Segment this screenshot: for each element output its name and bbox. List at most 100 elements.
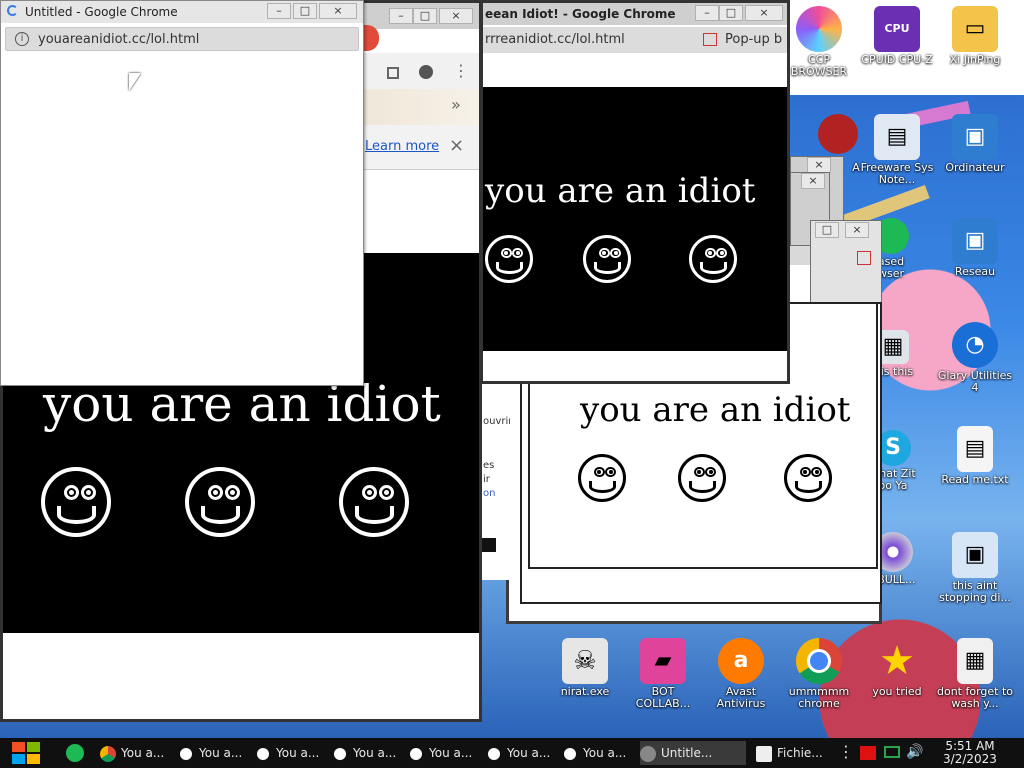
menu-kebab-icon[interactable]: ⋮ (453, 61, 469, 80)
maximize-button[interactable]: □ (293, 3, 317, 19)
profile-avatar-icon[interactable] (419, 65, 433, 79)
taskbar-task-label: You a... (583, 746, 627, 760)
bookmarks-bar: » (359, 89, 479, 125)
smiley-icon (562, 745, 578, 762)
windows-logo-icon (27, 742, 40, 752)
info-icon[interactable]: i (15, 32, 29, 46)
start-button[interactable] (10, 741, 42, 765)
window-title: eean Idiot! - Google Chrome (485, 7, 676, 21)
taskbar-task-button[interactable]: Fichie... (756, 741, 840, 765)
taskbar-task-button[interactable]: You a... (255, 741, 329, 765)
network-icon: ▣ (952, 218, 998, 264)
desktop-icon-nirat[interactable]: ☠ nirat.exe (546, 638, 624, 698)
url-bar[interactable]: i youareanidiot.cc/lol.html (5, 27, 359, 51)
chrome-icon (100, 745, 116, 762)
infobar-close-icon[interactable]: × (449, 135, 464, 156)
smiley-eye (80, 485, 97, 501)
desktop-icon-ordinateur[interactable]: ▣ Ordinateur (936, 114, 1014, 174)
installer-icon: ▣ (952, 532, 998, 578)
close-button[interactable]: × (319, 3, 357, 19)
tray-overflow-icon[interactable]: ⋮ (838, 742, 854, 761)
desktop-icon-avast[interactable]: a Avast Antivirus (702, 638, 780, 710)
smiley-eye (693, 466, 705, 478)
minimize-button[interactable]: – (389, 8, 413, 24)
taskbar-task-button[interactable]: You a... (486, 741, 560, 765)
bookmarks-overflow-chevron[interactable]: » (451, 95, 461, 114)
smiley-eye (593, 466, 605, 478)
maximize-icon: □ (419, 9, 431, 22)
volume-tray-icon[interactable]: 🔊 (906, 744, 923, 760)
desktop-icon-cpu-z[interactable]: CPU CPUID CPU-Z (858, 6, 936, 66)
smiley-mouth (200, 506, 241, 525)
desktop-icon-bot-collab[interactable]: ▰ BOT COLLAB... (624, 638, 702, 710)
desktop-icon-label: dont forget to wash y... (936, 685, 1014, 710)
desktop-icon-chrome[interactable]: ummmmm chrome (780, 638, 858, 710)
desktop-icon-dont-forget[interactable]: ▦ dont forget to wash y... (936, 638, 1014, 710)
smiley-mouth (496, 262, 524, 275)
smiley-face-icon (41, 467, 111, 537)
sidebar-toggle-icon[interactable] (387, 67, 399, 79)
taskbar: You a... You a... You a... You a... You a...… (0, 738, 1024, 768)
maximize-button[interactable]: □ (815, 222, 839, 238)
popup-blocked-label[interactable]: Pop-up b (725, 32, 782, 47)
minimize-button[interactable]: – (695, 5, 719, 21)
desktop-icon-you-tried[interactable]: ★ you tried (858, 638, 936, 698)
close-icon: × (451, 9, 461, 22)
smiley-face-icon (185, 467, 255, 537)
title-bar[interactable]: eean Idiot! - Google Chrome – □ × (483, 3, 787, 25)
close-button[interactable]: × (845, 222, 869, 238)
close-button[interactable]: × (745, 5, 783, 21)
spotify-taskbar-icon[interactable] (66, 744, 84, 762)
maximize-button[interactable]: □ (413, 8, 437, 24)
desktop-icon-shortcut[interactable] (818, 114, 858, 156)
taskbar-task-button[interactable]: Untitle... (640, 741, 746, 765)
desktop-icon-freeware[interactable]: ▤ Freeware Sys Note... (858, 114, 936, 186)
star-icon: ★ (879, 638, 915, 684)
text-file-icon: ▤ (957, 426, 993, 472)
url-bar[interactable]: rrreanidiot.cc/lol.html Pop-up b (483, 27, 787, 53)
smiley-eye (207, 485, 224, 501)
learn-more-link[interactable]: Learn more (365, 139, 439, 154)
page-content-blank (1, 53, 363, 385)
popup-window-fragment[interactable]: □ × (810, 220, 882, 310)
smiley-eye (799, 466, 811, 478)
clock[interactable]: 5:51 AM 3/2/2023 (934, 740, 1006, 766)
desktop-icon-xi-jinping[interactable]: ▭ Xi JinPing (936, 6, 1014, 66)
popup-window-top-right[interactable]: eean Idiot! - Google Chrome – □ × rrrean… (480, 0, 790, 384)
taskbar-task-button[interactable]: You a... (100, 741, 174, 765)
popup-blocked-icon[interactable] (703, 33, 717, 46)
close-button[interactable]: × (439, 8, 473, 24)
desktop-icon-this-aint[interactable]: ▣ this aint stopping di... (936, 532, 1014, 604)
smiley-eye (500, 247, 512, 259)
close-button[interactable]: × (801, 173, 825, 189)
taskbar-task-button[interactable]: You a... (408, 741, 482, 765)
network-tray-icon[interactable] (884, 746, 900, 758)
popup-window-front[interactable]: Untitled - Google Chrome – □ × i youarea… (0, 0, 364, 386)
close-icon: × (759, 6, 769, 19)
desktop-icon-label: this aint stopping di... (939, 579, 1011, 604)
popup-blocked-icon[interactable] (857, 251, 871, 265)
desktop-icon-label: Avast Antivirus (716, 685, 766, 710)
desktop-icon-glary[interactable]: ◔ Glary Utilities 4 (936, 322, 1014, 394)
taskbar-task-button[interactable]: You a... (562, 741, 636, 765)
close-button[interactable]: × (807, 157, 831, 173)
window-title: Untitled - Google Chrome (25, 5, 178, 19)
loading-spinner-icon (7, 5, 18, 16)
smiley-mouth (700, 262, 728, 275)
desktop-icon-label: BOT COLLAB... (635, 685, 691, 710)
smiley-eye (63, 485, 80, 501)
maximize-button[interactable]: □ (719, 5, 743, 21)
desktop-icon-reseau[interactable]: ▣ Reseau (936, 218, 1014, 278)
desktop-icon-readme[interactable]: ▤ Read me.txt (936, 426, 1014, 486)
taskbar-task-button[interactable]: You a... (178, 741, 252, 765)
maximize-icon: □ (299, 4, 311, 17)
taskbar-task-label: You a... (199, 746, 243, 760)
flag-tray-icon[interactable] (860, 746, 876, 760)
desktop-icon-ccp-browser[interactable]: CCP BROWSER (780, 6, 858, 78)
title-bar[interactable]: Untitled - Google Chrome – □ × (1, 1, 363, 23)
taskbar-task-button[interactable]: You a... (332, 741, 406, 765)
windows-logo-icon (12, 754, 25, 764)
folder-user-icon: ▭ (952, 6, 998, 52)
minimize-button[interactable]: – (267, 3, 291, 19)
chrome-gray-icon (640, 745, 656, 762)
